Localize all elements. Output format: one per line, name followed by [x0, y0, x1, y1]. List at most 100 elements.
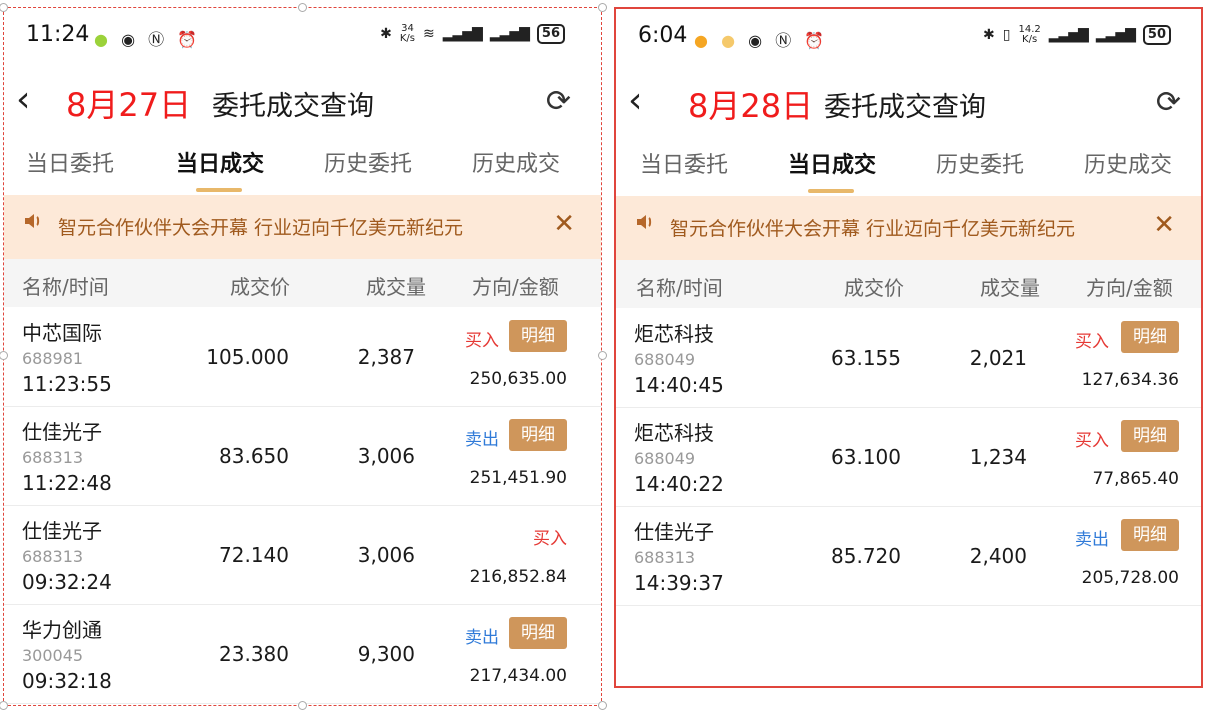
- close-icon[interactable]: ✕: [553, 209, 575, 239]
- detail-button[interactable]: 明细: [1121, 321, 1179, 353]
- screenshot-panel-left: 11:24 ● ◉ Ⓝ ⏰ ✱ 34 K/s ≋ ▂▃▅▇ ▂▃▅▇ 56 ‹ 8…: [3, 7, 602, 706]
- signal-icon: ▂▃▅▇: [1048, 27, 1089, 43]
- table-row[interactable]: 中芯国际 688981 11:23:55 105.000 2,387 买入 明细…: [4, 307, 601, 407]
- eye-icon: ◉: [748, 31, 767, 50]
- trade-qty: 3,006: [357, 444, 415, 468]
- table-row[interactable]: 仕佳光子 688313 14:39:37 85.720 2,400 卖出 明细 …: [616, 506, 1201, 606]
- tab-today-trades[interactable]: 当日成交: [176, 146, 264, 178]
- trade-amount: 217,434.00: [469, 666, 567, 686]
- selection-handle[interactable]: [0, 701, 8, 710]
- date-annotation: 8月27日: [66, 86, 192, 124]
- stock-name: 炬芯科技: [634, 421, 714, 445]
- stock-name: 仕佳光子: [634, 520, 714, 544]
- table-row[interactable]: 炬芯科技 688049 14:40:45 63.155 2,021 买入 明细 …: [616, 308, 1201, 408]
- vibrate-icon: ▯: [1002, 27, 1011, 43]
- selection-handle[interactable]: [598, 701, 607, 710]
- tab-history-trades[interactable]: 历史成交: [472, 146, 560, 178]
- trade-time: 09:32:24: [22, 570, 112, 594]
- page-title: 委托成交查询: [212, 91, 374, 122]
- trade-price: 83.650: [219, 444, 289, 468]
- screenshot-panel-right: 6:04 ● ● ◉ Ⓝ ⏰ ✱ ▯ 14.2 K/s ▂▃▅▇ ▂▃▅▇ 50 …: [614, 7, 1203, 688]
- battery-icon: 56: [536, 24, 565, 44]
- selection-handle[interactable]: [598, 351, 607, 360]
- table-row[interactable]: 仕佳光子 688313 11:22:48 83.650 3,006 卖出 明细 …: [4, 406, 601, 506]
- banner-text: 智元合作伙伴大会开幕 行业迈向千亿美元新纪元: [670, 218, 1076, 240]
- trade-direction: 卖出: [465, 628, 499, 648]
- trade-amount: 251,451.90: [469, 468, 567, 488]
- tab-history-trades[interactable]: 历史成交: [1084, 147, 1172, 179]
- trade-direction: 买入: [1075, 332, 1109, 352]
- trade-qty: 9,300: [357, 642, 415, 666]
- trade-direction: 买入: [1075, 431, 1109, 451]
- notification-icons: ● ● ◉ Ⓝ ⏰: [694, 27, 828, 51]
- refresh-icon[interactable]: ⟳: [1156, 85, 1181, 120]
- app-icon: ●: [94, 30, 112, 49]
- stock-code: 688981: [22, 349, 84, 368]
- table-row[interactable]: 华力创通 300045 09:32:18 23.380 9,300 卖出 明细 …: [4, 604, 601, 704]
- selection-handle[interactable]: [298, 701, 307, 710]
- table-row[interactable]: 炬芯科技 688049 14:40:22 63.100 1,234 买入 明细 …: [616, 407, 1201, 507]
- col-price: 成交价: [844, 276, 904, 300]
- status-bar: 6:04 ● ● ◉ Ⓝ ⏰ ✱ ▯ 14.2 K/s ▂▃▅▇ ▂▃▅▇ 50: [616, 21, 1201, 57]
- trade-direction: 卖出: [1075, 530, 1109, 550]
- back-icon[interactable]: ‹: [16, 82, 30, 118]
- wifi-icon: ≋: [423, 26, 435, 42]
- trade-amount: 77,865.40: [1092, 469, 1179, 489]
- alarm-icon: ⏰: [177, 30, 202, 49]
- stock-code: 688313: [22, 448, 84, 467]
- signal-icon: ▂▃▅▇: [442, 26, 483, 42]
- col-direction-amount: 方向/金额: [472, 275, 559, 299]
- col-qty: 成交量: [366, 275, 426, 299]
- detail-button[interactable]: 明细: [1121, 519, 1179, 551]
- trade-amount: 127,634.36: [1081, 370, 1179, 390]
- date-annotation: 8月28日: [688, 87, 814, 125]
- page-title: 委托成交查询: [824, 92, 986, 123]
- selection-handle[interactable]: [598, 3, 607, 12]
- speaker-icon: [637, 215, 652, 229]
- news-banner[interactable]: 智元合作伙伴大会开幕 行业迈向千亿美元新纪元 ✕: [4, 195, 601, 259]
- nfc-icon: Ⓝ: [775, 31, 796, 50]
- trade-time: 09:32:18: [22, 669, 112, 693]
- stock-code: 688049: [634, 449, 696, 468]
- trade-time: 14:39:37: [634, 571, 724, 595]
- status-time: 11:24: [26, 22, 90, 47]
- table-header: 名称/时间 成交价 成交量 方向/金额: [616, 260, 1201, 308]
- selection-handle[interactable]: [298, 3, 307, 12]
- tab-today-orders[interactable]: 当日委托: [640, 147, 728, 179]
- detail-button[interactable]: 明细: [1121, 420, 1179, 452]
- trade-price: 23.380: [219, 642, 289, 666]
- table-row[interactable]: 仕佳光子 688313 09:32:24 72.140 3,006 买入 216…: [4, 505, 601, 605]
- status-right: ✱ ▯ 14.2 K/s ▂▃▅▇ ▂▃▅▇ 50: [983, 25, 1171, 45]
- title-bar: ‹ 8月27日 委托成交查询 ⟳: [4, 74, 601, 130]
- signal-icon-2: ▂▃▅▇: [489, 26, 530, 42]
- trade-price: 72.140: [219, 543, 289, 567]
- close-icon[interactable]: ✕: [1153, 210, 1175, 240]
- speaker-icon: [25, 214, 40, 228]
- trade-qty: 1,234: [969, 445, 1027, 469]
- tab-today-trades[interactable]: 当日成交: [788, 147, 876, 179]
- trade-price: 85.720: [831, 544, 901, 568]
- network-speed: 14.2 K/s: [1018, 24, 1041, 45]
- trade-amount: 205,728.00: [1081, 568, 1179, 588]
- tab-bar: 当日委托 当日成交 历史委托 历史成交: [616, 147, 1201, 195]
- tab-history-orders[interactable]: 历史委托: [324, 146, 412, 178]
- title-bar: ‹ 8月28日 委托成交查询 ⟳: [616, 75, 1201, 131]
- detail-button[interactable]: 明细: [509, 617, 567, 649]
- back-icon[interactable]: ‹: [628, 83, 642, 119]
- trade-time: 14:40:22: [634, 472, 724, 496]
- tab-history-orders[interactable]: 历史委托: [936, 147, 1024, 179]
- detail-button[interactable]: 明细: [509, 419, 567, 451]
- nfc-icon: Ⓝ: [148, 30, 169, 49]
- table-header: 名称/时间 成交价 成交量 方向/金额: [4, 259, 601, 307]
- signal-icon-2: ▂▃▅▇: [1095, 27, 1136, 43]
- col-name-time: 名称/时间: [636, 276, 723, 300]
- battery-icon: 50: [1142, 25, 1171, 45]
- news-banner[interactable]: 智元合作伙伴大会开幕 行业迈向千亿美元新纪元 ✕: [616, 196, 1201, 260]
- tab-today-orders[interactable]: 当日委托: [26, 146, 114, 178]
- trade-price: 63.100: [831, 445, 901, 469]
- detail-button[interactable]: 明细: [509, 320, 567, 352]
- refresh-icon[interactable]: ⟳: [546, 84, 571, 119]
- status-bar: 11:24 ● ◉ Ⓝ ⏰ ✱ 34 K/s ≋ ▂▃▅▇ ▂▃▅▇ 56: [4, 20, 601, 56]
- active-tab-indicator: [196, 188, 242, 192]
- trade-time: 11:23:55: [22, 372, 112, 396]
